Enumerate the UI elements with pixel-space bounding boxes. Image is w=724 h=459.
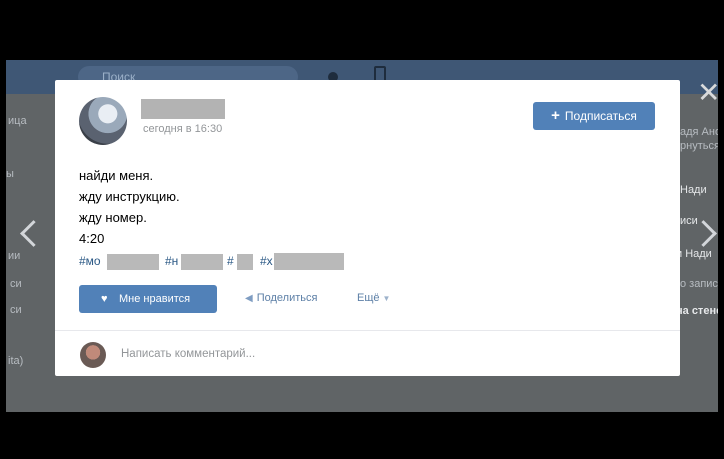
post-modal: сегодня в 16:30 + Подписаться найди меня.… [55,80,680,376]
background-right-text: о запис [680,278,718,290]
post-text-line: жду номер. [79,210,147,225]
post-text-line: 4:20 [79,231,105,246]
share-button[interactable]: ◀ Поделиться [245,292,317,304]
megaphone-icon: ◀ [245,293,253,304]
comment-input[interactable]: Написать комментарий... [121,348,255,360]
hashtag-link[interactable]: # [227,254,234,268]
like-label: Мне нравится [119,293,191,305]
background-right-text: иси [680,215,698,227]
background-right-text: адя Анос [680,126,718,138]
author-name-redacted[interactable] [141,99,225,119]
background-right-text: Нади [680,184,707,196]
heart-icon: ♥ [101,293,108,305]
hashtag-link[interactable]: #мо [79,254,101,268]
redacted-block [107,254,159,270]
chevron-down-icon: ▼ [382,294,391,303]
plus-icon: + [551,107,560,124]
close-icon[interactable]: ✕ [697,79,720,107]
more-label: Ещё [357,292,380,304]
background-left-text: ии [8,250,21,262]
author-avatar[interactable] [79,97,127,145]
like-button[interactable]: ♥ Мне нравится [79,285,217,313]
redacted-block [237,254,253,270]
subscribe-button[interactable]: + Подписаться [533,102,655,130]
redacted-block [274,253,344,270]
post-text-line: жду инструкцию. [79,189,180,204]
post-text-line: найди меня. [79,168,154,183]
background-right-text: рнуться [680,140,718,152]
background-right-text: и Нади [676,248,712,260]
background-left-text: ица [8,115,27,127]
redacted-block [181,254,223,270]
more-button[interactable]: Ещё ▼ [357,292,390,304]
background-left-text: ы [6,168,14,180]
hashtag-link[interactable]: #н [165,254,178,268]
background-left-text: ita) [8,355,24,367]
subscribe-label: Подписаться [564,109,637,123]
divider [55,330,680,331]
commenter-avatar [80,342,106,368]
share-label: Поделиться [256,292,318,304]
background-left-text: си [10,304,22,316]
background-left-text: си [10,278,22,290]
post-timestamp[interactable]: сегодня в 16:30 [143,123,222,135]
hashtag-link[interactable]: #х [260,254,273,268]
background-right-text: на стене [676,305,718,317]
